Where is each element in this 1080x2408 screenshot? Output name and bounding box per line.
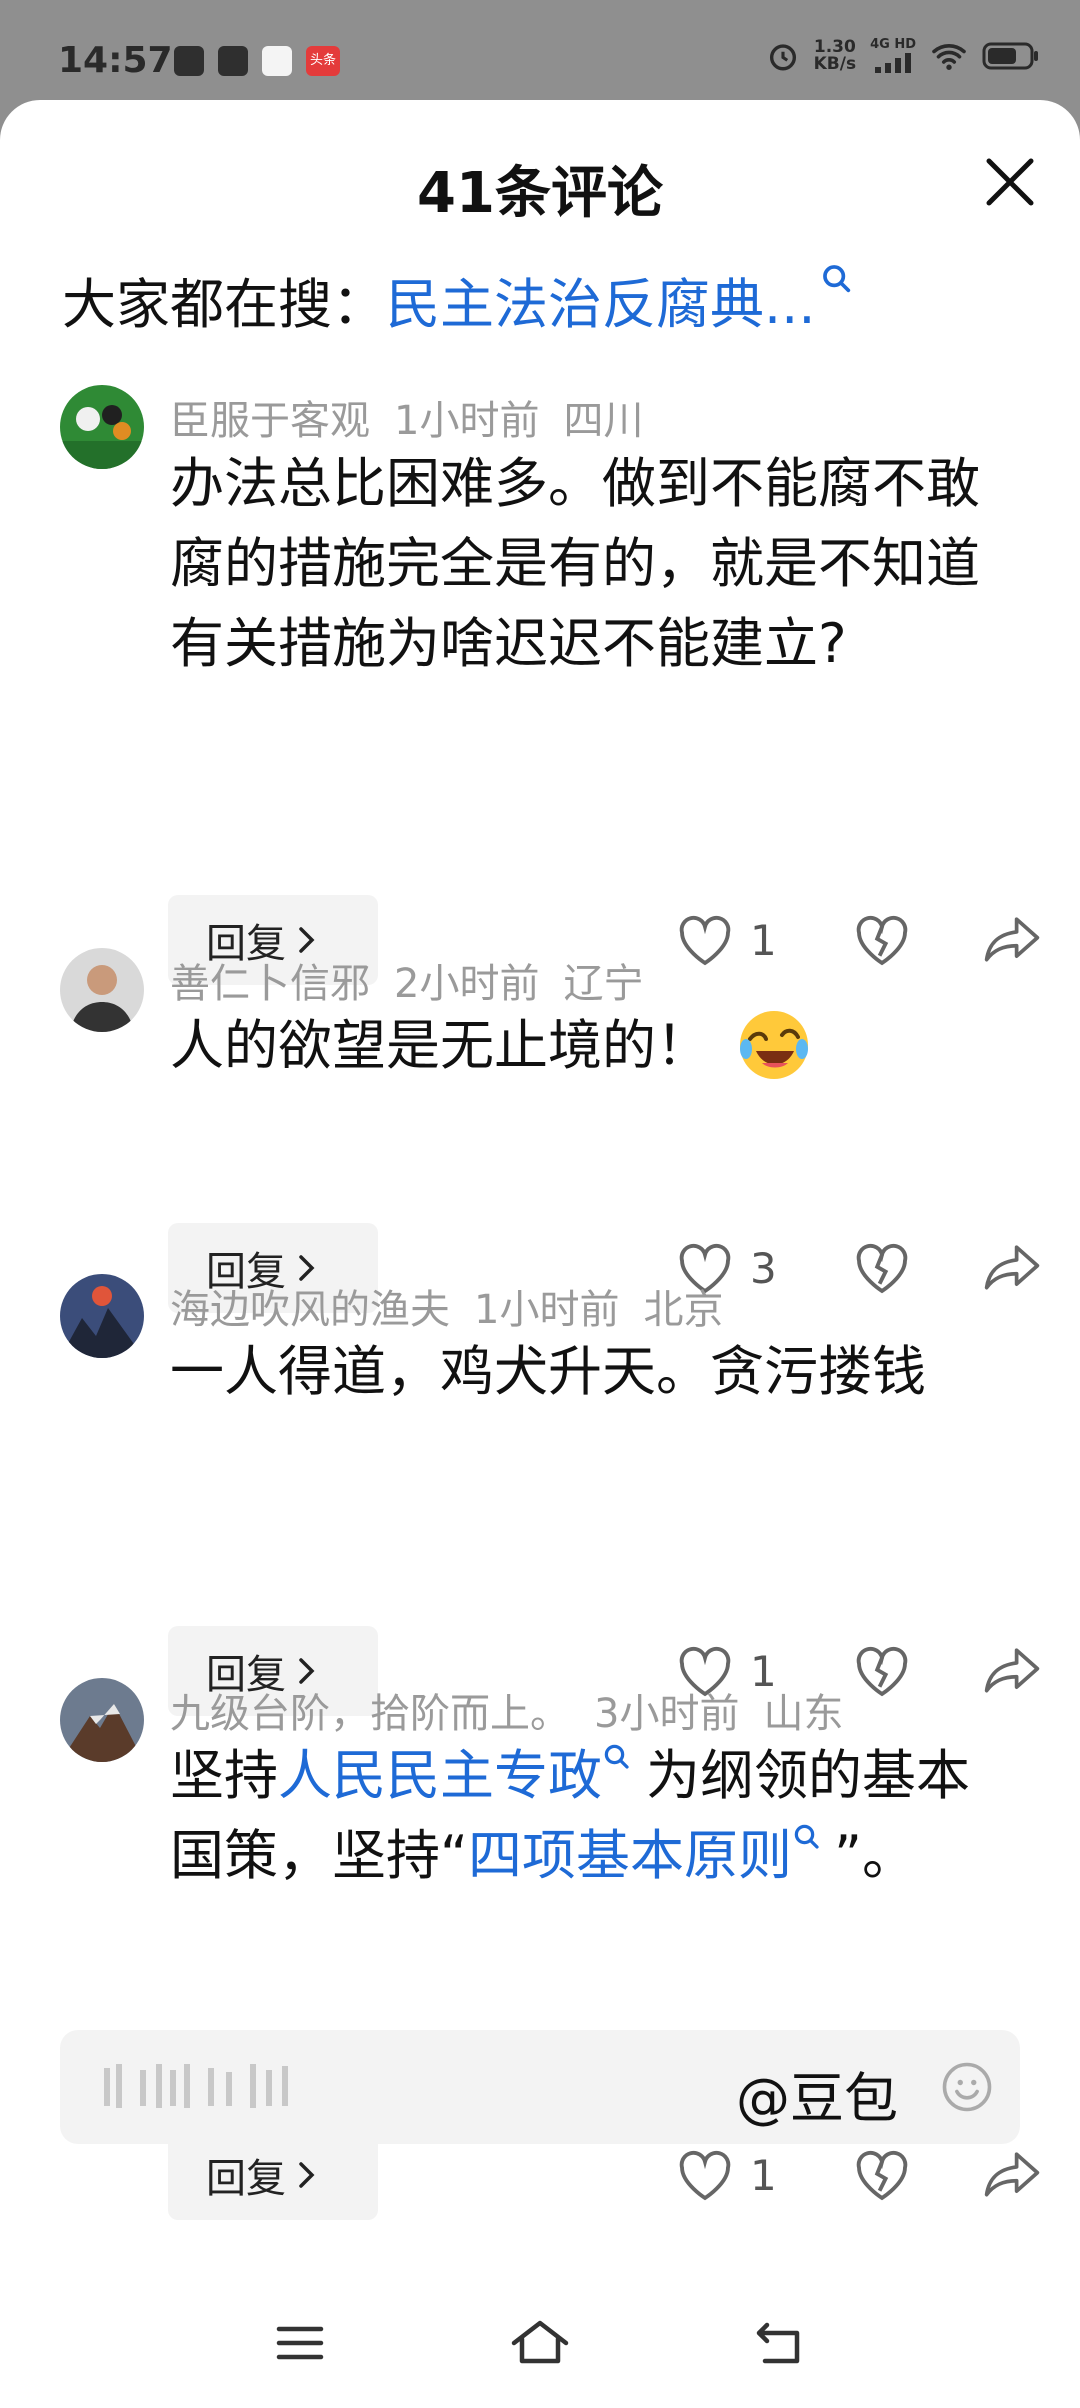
input-placeholder-graphic <box>104 2064 288 2108</box>
search-icon <box>794 1824 819 1849</box>
comment-location: 辽宁 <box>563 961 644 1007</box>
trending-search: 大家都在搜： 民主法治反腐典... <box>62 260 854 339</box>
keyword-link[interactable]: 人民民主专政 <box>278 1744 602 1807</box>
broken-heart-icon <box>856 915 908 966</box>
trending-search-label: 大家都在搜： <box>62 273 386 336</box>
like-count: 1 <box>750 2150 777 2200</box>
dislike-button[interactable] <box>852 1238 912 1298</box>
status-time: 14:57 <box>58 40 173 81</box>
comment-location: 四川 <box>563 398 644 444</box>
network-type: 4G HD <box>870 36 916 52</box>
comment-actions: 1 <box>676 905 1042 975</box>
comment-text-wrap: 人的欲望是无止境的！ <box>170 1006 1000 1089</box>
like-button[interactable]: 1 <box>676 913 806 967</box>
signal-group: 4G HD <box>870 36 916 77</box>
vivo-app-icon <box>218 46 248 76</box>
wifi-icon <box>932 44 966 70</box>
speed-unit: KB/s <box>813 54 857 74</box>
comment-text-wrap: 坚持人民民主专政 为纲领的基本国策，坚持“四项基本原则”。 <box>170 1736 1000 1896</box>
doubao-mention-button[interactable]: @豆包 <box>736 2054 898 2133</box>
share-icon <box>984 917 1040 962</box>
comment-text: 人的欲望是无止境的！ <box>170 1014 710 1077</box>
toutiao-app-icon: 头条 <box>306 46 340 76</box>
menu-nav-button[interactable] <box>265 2308 335 2378</box>
heart-icon <box>679 2150 731 2201</box>
share-button[interactable] <box>982 1641 1042 1701</box>
share-button[interactable] <box>982 1238 1042 1298</box>
close-icon <box>986 158 1034 206</box>
alarm-icon <box>769 44 796 71</box>
search-icon <box>604 1744 629 1769</box>
share-icon <box>984 2152 1040 2197</box>
comment-location: 北京 <box>643 1287 724 1333</box>
heart-icon <box>679 915 731 966</box>
emoji-icon[interactable] <box>940 2060 994 2114</box>
comment-text: 一人得道，鸡犬升天。贪污搂钱 <box>170 1340 926 1403</box>
broken-heart-icon <box>856 2150 908 2201</box>
comment-meta: 九级台阶，拾阶而上。 3小时前 山东 <box>170 1681 867 1739</box>
share-icon <box>984 1648 1040 1693</box>
comment-input[interactable]: @豆包 <box>60 2030 1020 2144</box>
comment-text: 办法总比困难多。做到不能腐不敢腐的措施完全是有的，就是不知道有关措施为啥迟迟不能… <box>170 452 980 675</box>
comment-meta: 臣服于客观 1小时前 四川 <box>170 388 667 446</box>
reply-label: 回复 <box>206 2156 286 2202</box>
share-icon <box>984 1245 1040 1290</box>
profile-app-icon <box>262 46 292 76</box>
comment-time: 1小时前 <box>394 398 540 444</box>
comment-text-part: ”。 <box>833 1824 916 1887</box>
comment-time: 1小时前 <box>474 1287 620 1333</box>
keyword-link[interactable]: 四项基本原则 <box>468 1824 792 1887</box>
avatar[interactable] <box>60 948 144 1032</box>
back-nav-button[interactable] <box>745 2308 815 2378</box>
comment-meta: 善仁卜信邪 2小时前 辽宁 <box>170 951 667 1009</box>
comment-text-part: 坚持 <box>170 1744 278 1807</box>
system-nav-bar <box>0 2280 1080 2408</box>
signal-icon <box>875 52 912 73</box>
like-count: 3 <box>750 1243 777 1293</box>
status-bar: 14:57 头条 1.30 KB/s 4G HD <box>0 0 1080 110</box>
comment-meta: 海边吹风的渔夫 1小时前 北京 <box>170 1277 747 1335</box>
comment-username[interactable]: 善仁卜信邪 <box>170 961 370 1007</box>
laughing-emoji-icon <box>740 1011 808 1080</box>
like-count: 1 <box>750 915 777 965</box>
message-notification-icon <box>174 46 204 76</box>
status-right-group: 1.30 KB/s 4G HD <box>766 36 1040 76</box>
search-icon <box>822 265 850 293</box>
comment-time: 2小时前 <box>394 961 540 1007</box>
menu-icon <box>276 2326 324 2360</box>
comment-username[interactable]: 海边吹风的渔夫 <box>170 1287 450 1333</box>
broken-heart-icon <box>856 1243 908 1294</box>
comment-time: 3小时前 <box>594 1691 740 1737</box>
battery-icon <box>982 42 1038 70</box>
trending-search-link[interactable]: 民主法治反腐典... <box>386 260 816 339</box>
share-button[interactable] <box>982 2145 1042 2205</box>
dislike-button[interactable] <box>852 2145 912 2205</box>
comment-actions: 1 <box>676 2140 1042 2210</box>
avatar[interactable] <box>60 385 144 469</box>
dislike-button[interactable] <box>852 910 912 970</box>
share-button[interactable] <box>982 910 1042 970</box>
chevron-right-icon <box>299 2162 315 2188</box>
network-speed: 1.30 KB/s <box>814 39 856 73</box>
avatar[interactable] <box>60 1274 144 1358</box>
close-button[interactable] <box>978 150 1042 214</box>
comment-username[interactable]: 臣服于客观 <box>170 398 370 444</box>
back-icon <box>756 2322 800 2364</box>
like-button[interactable]: 1 <box>676 2148 806 2202</box>
comment-username[interactable]: 九级台阶，拾阶而上。 <box>170 1691 570 1737</box>
comment-location: 山东 <box>763 1691 844 1737</box>
avatar[interactable] <box>60 1678 144 1762</box>
home-icon <box>511 2320 569 2364</box>
home-nav-button[interactable] <box>505 2308 575 2378</box>
comments-title: 41条评论 <box>417 161 663 226</box>
